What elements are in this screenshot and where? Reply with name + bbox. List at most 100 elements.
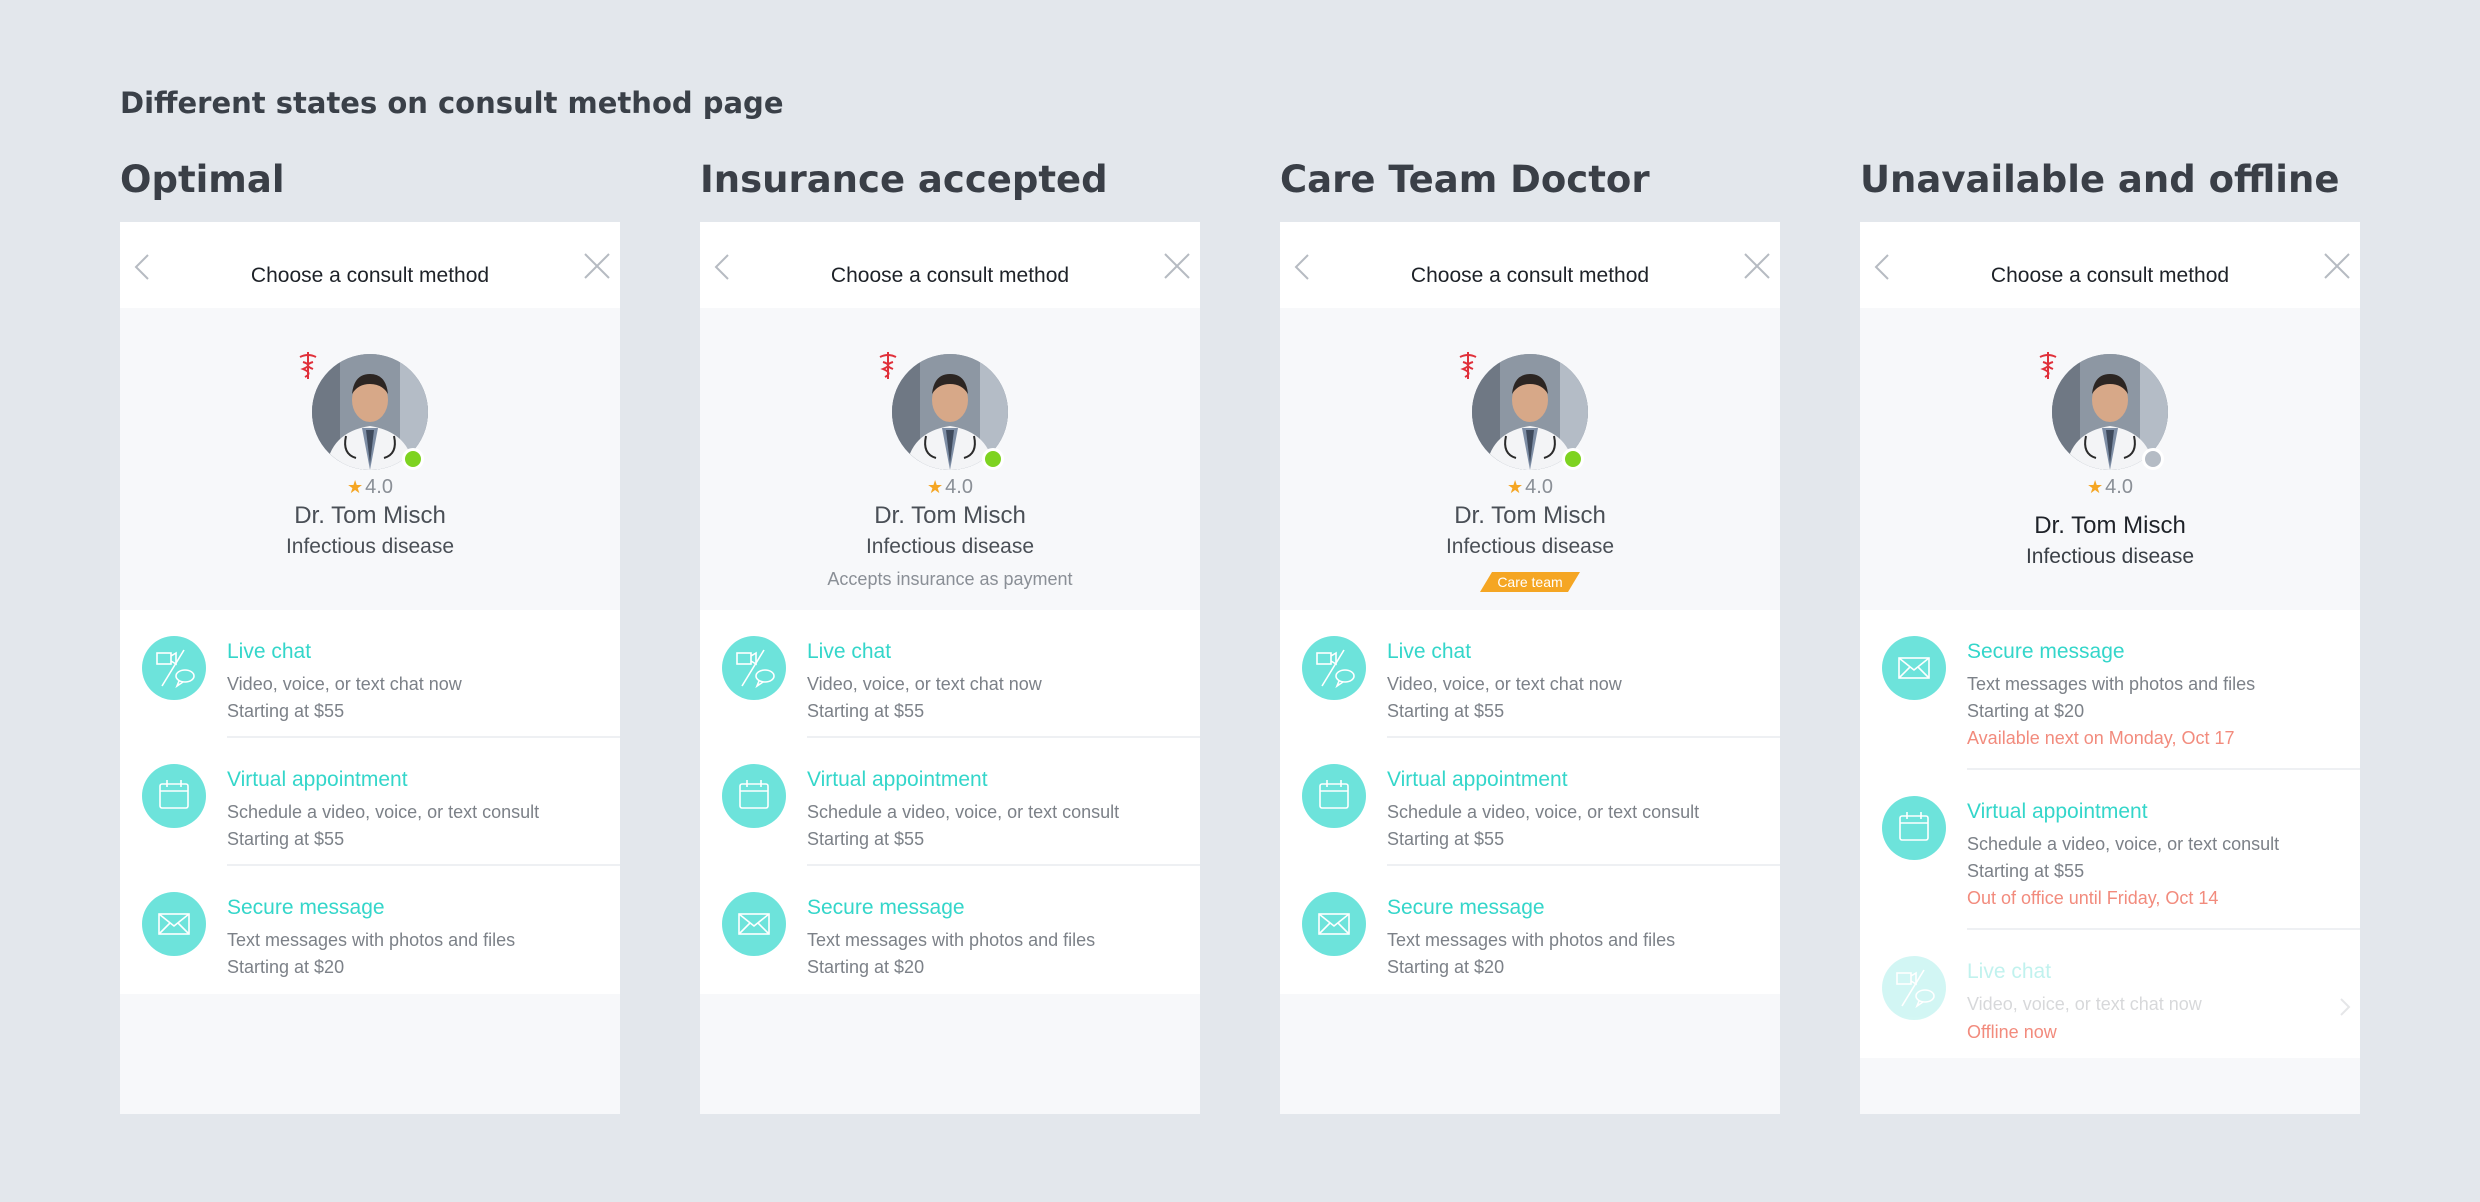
caduceus-icon [2039, 352, 2057, 379]
screen-title: Choose a consult method [1990, 264, 2230, 287]
option-description: Video, voice, or text chat now [807, 674, 1042, 694]
screen-title: Choose a consult method [250, 264, 490, 287]
option-title: Live chat [807, 640, 892, 663]
doctor-profile: ★ 4.0 Dr. Tom Misch Infectious disease Ca… [1280, 308, 1780, 610]
doctor-rating: ★ 4.0 [927, 476, 973, 498]
state-column-care-team-doctor: Care Team Doctor Choose a consult method [1280, 158, 1780, 1114]
envelope-icon [142, 892, 206, 956]
option-title: Virtual appointment [807, 768, 988, 791]
online-status-dot [402, 448, 424, 470]
calendar-icon [1882, 796, 1946, 860]
top-bar: Choose a consult method [1280, 222, 1780, 308]
option-title: Secure message [807, 896, 965, 919]
option-price: Starting at $20 [807, 957, 925, 977]
option-title: Live chat [227, 640, 312, 663]
caduceus-icon [879, 352, 897, 379]
doctor-specialty: Infectious disease [1445, 535, 1615, 558]
doctor-name: Dr. Tom Misch [874, 502, 1026, 529]
phone-screen: Choose a consult method ★ 4.0 Dr. Tom Mi… [1280, 222, 1780, 1114]
star-icon: ★ [347, 477, 364, 497]
option-price: Starting at $55 [807, 701, 925, 721]
option-live-chat[interactable]: Live chat Video, voice, or text chat now… [120, 610, 620, 738]
option-virtual-appointment[interactable]: Virtual appointment Schedule a video, vo… [1280, 738, 1780, 866]
option-title: Live chat [1387, 640, 1472, 663]
state-column-optimal: Optimal Choose a consult method ★ 4.0 Dr… [120, 158, 620, 1114]
consult-options-list: Secure message Text messages with photos… [1860, 610, 2360, 1058]
offline-status-dot [2142, 448, 2164, 470]
consult-options-list: Live chat Video, voice, or text chat now… [700, 610, 1200, 994]
envelope-icon [1302, 892, 1366, 956]
online-status-dot [982, 448, 1004, 470]
option-virtual-appointment[interactable]: Virtual appointment Schedule a video, vo… [1860, 770, 2360, 930]
option-description: Video, voice, or text chat now [1387, 674, 1622, 694]
option-description: Text messages with photos and files [1387, 930, 1676, 950]
option-title: Virtual appointment [227, 768, 408, 791]
option-title: Virtual appointment [1387, 768, 1568, 791]
close-icon[interactable] [582, 251, 612, 281]
chat-icon [1882, 956, 1946, 1020]
star-icon: ★ [1507, 477, 1524, 497]
top-bar: Choose a consult method [120, 222, 620, 308]
option-description: Video, voice, or text chat now [1967, 994, 2202, 1014]
availability-note: Offline now [1967, 1022, 2057, 1042]
doctor-specialty: Infectious disease [865, 535, 1035, 558]
state-title: Insurance accepted [700, 158, 1108, 201]
option-live-chat[interactable]: Live chat Video, voice, or text chat now… [700, 610, 1200, 738]
doctor-profile: ★ 4.0 Dr. Tom Misch Infectious disease [1860, 308, 2360, 610]
option-price: Starting at $55 [807, 829, 925, 849]
availability-note: Out of office until Friday, Oct 14 [1967, 888, 2219, 908]
option-description: Text messages with photos and files [227, 930, 516, 950]
option-virtual-appointment[interactable]: Virtual appointment Schedule a video, vo… [120, 738, 620, 866]
option-secure-message[interactable]: Secure message Text messages with photos… [1280, 866, 1780, 994]
state-title: Optimal [120, 158, 285, 201]
state-column-unavailable-offline: Unavailable and offline Choose a consult… [1860, 158, 2360, 1114]
phone-screen: Choose a consult method ★ 4.0 Dr. Tom Mi… [700, 222, 1200, 1114]
option-live-chat-disabled: Live chat Video, voice, or text chat now… [1860, 930, 2360, 1058]
chevron-right-icon [2340, 998, 2351, 1016]
option-title: Secure message [1967, 640, 2125, 663]
chat-icon [142, 636, 206, 700]
caduceus-icon [1459, 352, 1477, 379]
option-price: Starting at $55 [1967, 861, 2085, 881]
close-icon[interactable] [2322, 251, 2352, 281]
doctor-name: Dr. Tom Misch [1454, 502, 1606, 529]
option-virtual-appointment[interactable]: Virtual appointment Schedule a video, vo… [700, 738, 1200, 866]
state-title: Care Team Doctor [1280, 158, 1650, 201]
doctor-specialty: Infectious disease [285, 535, 455, 558]
option-secure-message[interactable]: Secure message Text messages with photos… [1860, 610, 2360, 770]
option-title: Virtual appointment [1967, 800, 2148, 823]
insurance-note: Accepts insurance as payment [827, 569, 1073, 589]
phone-screen: Choose a consult method ★ 4.0 Dr. Tom Mi… [120, 222, 620, 1114]
star-icon: ★ [2087, 477, 2104, 497]
top-bar: Choose a consult method [1860, 222, 2360, 308]
close-icon[interactable] [1162, 251, 1192, 281]
calendar-icon [142, 764, 206, 828]
option-price: Starting at $20 [1967, 701, 2085, 721]
doctor-rating: ★ 4.0 [347, 476, 393, 498]
option-price: Starting at $55 [227, 701, 345, 721]
screen-title: Choose a consult method [830, 264, 1070, 287]
envelope-icon [722, 892, 786, 956]
consult-options-list: Live chat Video, voice, or text chat now… [1280, 610, 1780, 994]
chat-icon [1302, 636, 1366, 700]
option-description: Text messages with photos and files [1967, 674, 2256, 694]
calendar-icon [722, 764, 786, 828]
calendar-icon [1302, 764, 1366, 828]
envelope-icon [1882, 636, 1946, 700]
doctor-rating: ★ 4.0 [2087, 476, 2133, 498]
option-price: Starting at $20 [227, 957, 345, 977]
availability-note: Available next on Monday, Oct 17 [1967, 728, 2235, 748]
option-description: Schedule a video, voice, or text consult [1967, 834, 2280, 854]
doctor-rating: ★ 4.0 [1507, 476, 1553, 498]
option-secure-message[interactable]: Secure message Text messages with photos… [120, 866, 620, 994]
phone-screen: Choose a consult method ★ 4.0 Dr. Tom Mi… [1860, 222, 2360, 1114]
online-status-dot [1562, 448, 1584, 470]
close-icon[interactable] [1742, 251, 1772, 281]
option-price: Starting at $20 [1387, 957, 1505, 977]
option-secure-message[interactable]: Secure message Text messages with photos… [700, 866, 1200, 994]
page-heading: Different states on consult method page [120, 86, 784, 120]
option-title: Secure message [1387, 896, 1545, 919]
option-price: Starting at $55 [1387, 829, 1505, 849]
option-price: Starting at $55 [227, 829, 345, 849]
option-live-chat[interactable]: Live chat Video, voice, or text chat now… [1280, 610, 1780, 738]
